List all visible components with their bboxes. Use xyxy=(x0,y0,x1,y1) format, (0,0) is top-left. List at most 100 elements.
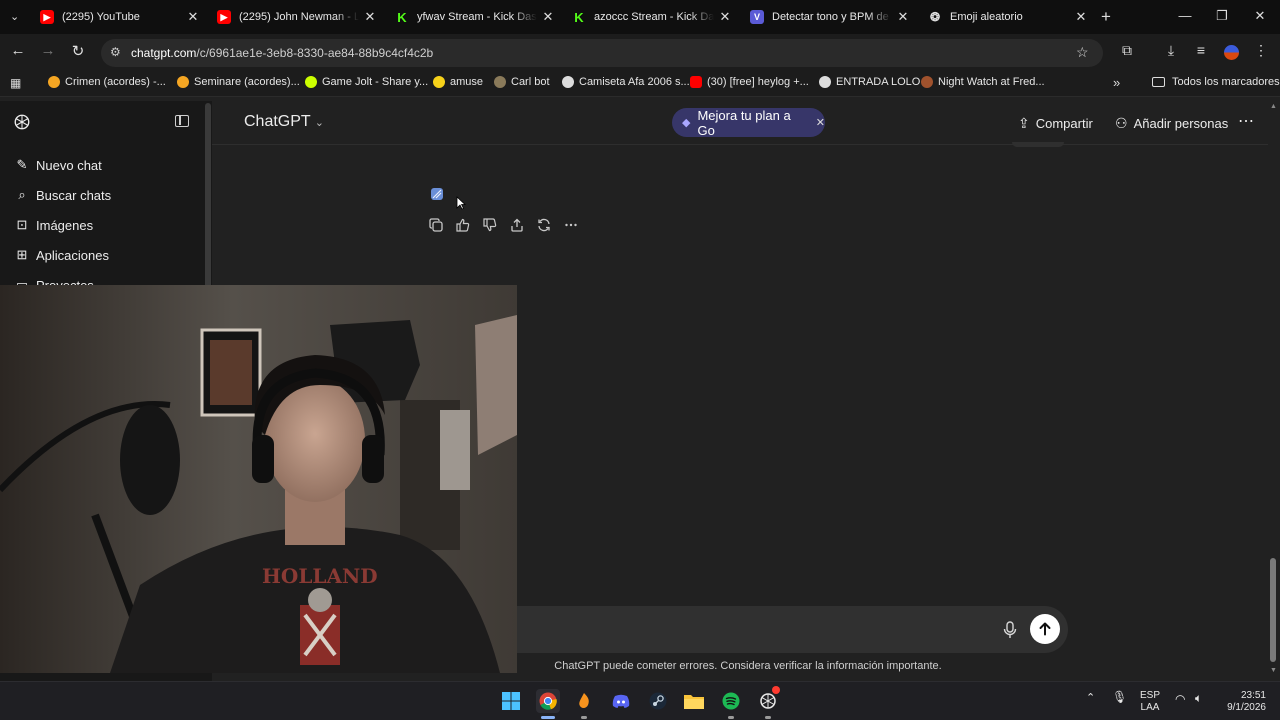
more-options-icon[interactable]: ⋯ xyxy=(1238,111,1254,131)
thumbs-up-icon[interactable] xyxy=(455,217,471,233)
discord-icon[interactable] xyxy=(609,689,633,713)
fl-studio-icon[interactable] xyxy=(572,689,596,719)
apps-icon: ⊞ xyxy=(16,247,28,262)
sidebar-item-apps[interactable]: ⊞ Aplicaciones xyxy=(14,247,109,263)
browser-tab[interactable]: ▶ (2295) John Newman - Love Me Again ✕ xyxy=(217,0,377,34)
sidebar-item-search-chats[interactable]: ⌕ Buscar chats xyxy=(14,187,111,203)
volume-icon[interactable]: 🔈︎ xyxy=(1195,692,1202,704)
scroll-up-arrow-icon[interactable]: ▲ xyxy=(1270,103,1277,110)
arrow-up-icon xyxy=(1039,622,1051,636)
new-tab-icon[interactable]: + xyxy=(1101,7,1111,27)
browser-tab[interactable]: ▶ (2295) YouTube ✕ xyxy=(40,0,200,34)
send-button[interactable] xyxy=(1030,614,1060,644)
tab-title: Detectar tono y BPM de canciones xyxy=(772,11,892,23)
browser-tab[interactable]: K azoccc Stream - Kick Dashboard ✕ xyxy=(572,0,732,34)
more-message-actions-icon[interactable] xyxy=(563,217,579,233)
restore-icon[interactable]: ❐ xyxy=(1212,8,1232,24)
show-hidden-icons-icon[interactable]: ⌃ xyxy=(1086,692,1095,704)
bookmark-favicon xyxy=(921,76,933,88)
all-bookmarks-label: Todos los marcadores xyxy=(1172,76,1280,88)
wifi-icon[interactable]: ◠ xyxy=(1175,693,1185,705)
bookmark-item[interactable]: Seminare (acordes)... xyxy=(177,76,300,88)
tab-close-icon[interactable]: ✕ xyxy=(363,10,377,24)
extensions-icon[interactable]: ⧉ xyxy=(1117,42,1137,59)
profile-avatar[interactable] xyxy=(1224,45,1239,60)
address-bar[interactable]: ⚙ chatgpt.com/c/6961ae1e-3eb8-8330-ae84-… xyxy=(101,39,1103,67)
add-people-button[interactable]: ⚇ Añadir personas xyxy=(1115,115,1228,132)
upgrade-plan-pill[interactable]: ◆ Mejora tu plan a Go ✕ xyxy=(672,108,825,138)
browser-tab[interactable]: K yfwav Stream - Kick Dashboard ✕ xyxy=(395,0,555,34)
tab-title: azoccc Stream - Kick Dashboard xyxy=(594,11,714,23)
sidebar-item-label: Aplicaciones xyxy=(36,247,109,263)
thumbs-down-icon[interactable] xyxy=(482,217,498,233)
tab-close-icon[interactable]: ✕ xyxy=(1074,10,1088,24)
message-composer[interactable] xyxy=(516,606,1068,653)
new-chat-icon: ✎ xyxy=(16,157,28,172)
openai-logo-icon[interactable] xyxy=(13,113,31,131)
tab-close-icon[interactable]: ✕ xyxy=(718,10,732,24)
bookmark-star-icon[interactable]: ☆ xyxy=(1076,44,1089,61)
microphone-icon[interactable] xyxy=(1003,621,1017,639)
spotify-icon[interactable] xyxy=(719,689,743,719)
back-icon[interactable]: ← xyxy=(8,42,28,59)
site-info-icon[interactable]: ⚙ xyxy=(110,45,121,59)
all-bookmarks-folder[interactable]: Todos los marcadores xyxy=(1152,76,1280,88)
clock[interactable]: 23:51 9/1/2026 xyxy=(1222,690,1266,714)
bookmark-item[interactable]: (30) [free] heylog +... xyxy=(690,76,809,88)
sidebar-item-images[interactable]: ⊡ Imágenes xyxy=(14,217,94,233)
reload-icon[interactable]: ↻ xyxy=(68,42,88,60)
tab-close-icon[interactable]: ✕ xyxy=(896,10,910,24)
download-icon[interactable]: ⤓ xyxy=(1161,42,1181,59)
more-bookmarks-icon[interactable]: » xyxy=(1113,75,1120,90)
microphone-tray-icon[interactable]: 🎙︎ xyxy=(1112,691,1127,703)
windows-start-icon[interactable] xyxy=(499,689,523,713)
bookmark-item[interactable]: ENTRADA LOLO xyxy=(819,76,920,88)
bookmark-favicon xyxy=(177,76,189,88)
regenerate-icon[interactable] xyxy=(536,217,552,233)
file-explorer-icon[interactable] xyxy=(682,689,706,713)
mouse-cursor-icon xyxy=(456,196,466,210)
close-window-icon[interactable]: ✕ xyxy=(1250,8,1270,24)
share-icon: ⇪ xyxy=(1018,115,1030,131)
disclaimer-text: ChatGPT puede cometer errores. Considera… xyxy=(554,660,942,672)
openai-app-icon[interactable] xyxy=(756,686,780,719)
v-icon: V xyxy=(750,10,764,24)
message-actions xyxy=(428,217,579,233)
steam-icon[interactable] xyxy=(646,689,670,713)
model-selector[interactable]: ChatGPT ⌄ xyxy=(244,113,324,131)
close-sidebar-icon[interactable] xyxy=(175,115,189,127)
minimize-icon[interactable]: — xyxy=(1175,8,1195,23)
media-control-icon[interactable]: ≡ xyxy=(1191,42,1211,58)
browser-tab[interactable]: V Detectar tono y BPM de canciones ✕ xyxy=(750,0,910,34)
forward-icon[interactable]: → xyxy=(38,42,58,59)
bookmark-item[interactable]: Night Watch at Fred... xyxy=(921,76,1045,88)
loading-indicator-icon xyxy=(431,188,443,200)
copy-icon[interactable] xyxy=(428,217,444,233)
bookmark-item[interactable]: Crimen (acordes) -... xyxy=(48,76,166,88)
bookmark-item[interactable]: Camiseta Afa 2006 s... xyxy=(562,76,690,88)
sparkle-icon: ◆ xyxy=(682,117,691,129)
tab-close-icon[interactable]: ✕ xyxy=(186,10,200,24)
folder-icon xyxy=(1152,77,1165,87)
browser-tab-active[interactable]: ❂ Emoji aleatorio ✕ xyxy=(928,0,1088,34)
dismiss-upgrade-icon[interactable]: ✕ xyxy=(816,116,825,129)
tab-close-icon[interactable]: ✕ xyxy=(541,10,555,24)
scroll-down-arrow-icon[interactable]: ▼ xyxy=(1270,667,1277,674)
share-message-icon[interactable] xyxy=(509,217,525,233)
windows-taskbar: ⌃ 🎙︎ ESP LAA ◠ 🔈︎ 23:51 9/1/2026 xyxy=(0,681,1280,720)
browser-menu-icon[interactable]: ⋮ xyxy=(1251,42,1271,59)
apps-grid-icon[interactable]: ▦ xyxy=(10,76,21,90)
bookmark-item[interactable]: Game Jolt - Share y... xyxy=(305,76,428,88)
kick-icon: K xyxy=(574,9,584,25)
keyboard-layout: LAA xyxy=(1140,702,1160,713)
share-button[interactable]: ⇪ Compartir xyxy=(1018,115,1093,132)
input-language[interactable]: ESP LAA xyxy=(1140,690,1160,714)
chrome-icon[interactable] xyxy=(536,689,560,719)
sidebar-item-label: Buscar chats xyxy=(36,187,112,203)
chat-scrollbar-thumb[interactable] xyxy=(1270,558,1276,662)
tab-search-chevron-icon[interactable]: ⌄ xyxy=(10,10,19,23)
bookmark-item[interactable]: Carl bot xyxy=(494,76,550,88)
sidebar-item-new-chat[interactable]: ✎ Nuevo chat xyxy=(14,157,102,173)
bookmark-label: Night Watch at Fred... xyxy=(938,76,1045,88)
bookmark-item[interactable]: amuse xyxy=(433,76,483,88)
